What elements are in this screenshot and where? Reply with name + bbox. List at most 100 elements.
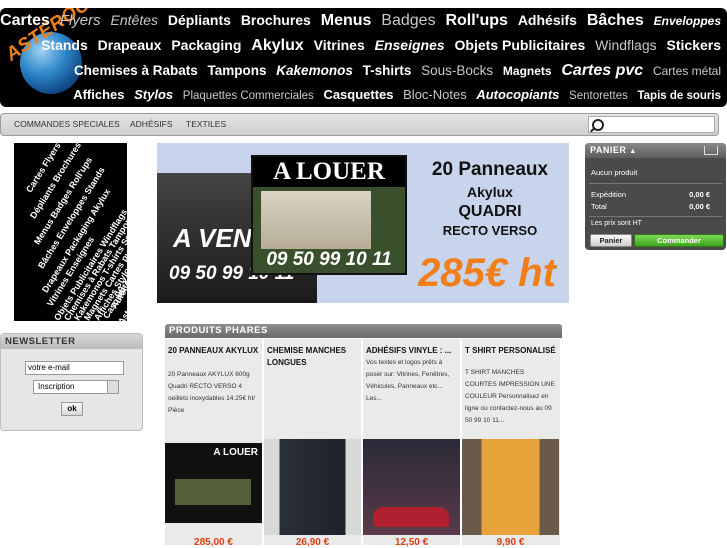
featured-products-title: PRODUITS PHARES xyxy=(165,324,562,338)
product-image[interactable] xyxy=(264,439,361,535)
header-link-stickers[interactable]: Stickers xyxy=(667,37,721,53)
product-thumb-sofa xyxy=(373,507,449,527)
caret-up-icon[interactable]: ▲ xyxy=(629,148,636,155)
header-link-menus[interactable]: Menus xyxy=(321,12,372,29)
banner-sign-photo: A LOUER 09 50 99 10 11 xyxy=(251,155,407,275)
header-link-cartes[interactable]: Cartes xyxy=(0,12,50,29)
header-link-rollups[interactable]: Roll'ups xyxy=(445,12,507,29)
banner-title: 20 Panneaux xyxy=(431,159,549,180)
header-line-4: Affiches Stylos Plaquettes Commerciales … xyxy=(67,87,721,102)
header-link-chemises[interactable]: Chemises à Rabats xyxy=(74,63,198,78)
newsletter-email-field[interactable]: votre e-mail xyxy=(25,361,124,375)
cart-title-label: PANIER xyxy=(590,145,627,155)
header-link-magnets[interactable]: Magnets xyxy=(503,64,552,78)
banner-phone: 09 50 99 10 11 xyxy=(266,249,392,270)
header-link-badges[interactable]: Badges xyxy=(381,12,435,29)
product-name[interactable]: T SHIRT PERSONALISÉ xyxy=(465,345,557,357)
product-price: 285,00 € xyxy=(194,537,233,548)
header-link-windflags[interactable]: Windflags xyxy=(595,37,656,53)
newsletter-box: NEWSLETTER votre e-mail Inscription ok xyxy=(0,333,143,431)
nav-adhesifs[interactable]: ADHÉSIFS xyxy=(130,119,173,129)
main-nav: COMMANDES SPECIALES ADHÉSIFS TEXTILES xyxy=(0,113,719,136)
product-price: 12,50 € xyxy=(394,537,429,548)
product-description: T SHIRT MANCHES COURTES IMPRESSION UNE C… xyxy=(465,369,555,424)
cart-shipping-value: 0,00 € xyxy=(689,190,710,199)
header-link-tampons[interactable]: Tampons xyxy=(208,63,267,78)
header-link-drapeaux[interactable]: Drapeaux xyxy=(98,37,162,53)
product-card[interactable]: 20 PANNEAUX AKYLUX 20 Panneaux AKYLUX 60… xyxy=(165,339,264,548)
banner-recto-verso: RECTO VERSO xyxy=(442,223,538,238)
cart-total-value: 0,00 € xyxy=(689,202,710,211)
header-link-akylux[interactable]: Akylux xyxy=(251,37,303,54)
header-link-casquettes[interactable]: Casquettes xyxy=(323,87,393,102)
header-link-autocopiants[interactable]: Autocopiants xyxy=(476,87,559,102)
cart-shipping-label: Expédition xyxy=(591,190,627,199)
product-image[interactable] xyxy=(462,439,559,535)
header-link-sousbocks[interactable]: Sous-Bocks xyxy=(421,63,493,78)
header-link-depliants[interactable]: Dépliants xyxy=(168,12,231,28)
product-card[interactable]: T SHIRT PERSONALISÉ T SHIRT MANCHES COUR… xyxy=(462,339,562,548)
header-link-cartespvc[interactable]: Cartes pvc xyxy=(561,62,643,79)
header-link-kakemonos[interactable]: Kakemonos xyxy=(276,63,353,78)
header-link-enseignes[interactable]: Enseignes xyxy=(375,37,445,53)
newsletter-action-select[interactable]: Inscription xyxy=(33,380,119,394)
nav-textiles[interactable]: TEXTILES xyxy=(186,119,226,129)
header-link-adhesifs[interactable]: Adhésifs xyxy=(518,12,577,28)
header-link-stylos[interactable]: Stylos xyxy=(134,87,173,102)
cart-empty-text: Aucun produit xyxy=(591,168,638,177)
header-link-affiches[interactable]: Affiches xyxy=(73,87,124,102)
promo-banner[interactable]: A VEN 09 50 99 10 11 A LOUER 09 50 99 10… xyxy=(157,143,569,303)
view-cart-button[interactable]: Panier xyxy=(590,234,632,247)
header-link-baches[interactable]: Bâches xyxy=(587,12,644,29)
header-link-flyers[interactable]: Flyers xyxy=(60,12,101,29)
order-button[interactable]: Commander xyxy=(634,234,724,247)
newsletter-select-value: Inscription xyxy=(38,382,75,391)
header-link-objets[interactable]: Objets Publicitaires xyxy=(455,37,586,53)
newsletter-ok-button[interactable]: ok xyxy=(61,402,83,416)
product-thumb-photo xyxy=(175,479,251,505)
cart-divider xyxy=(589,183,722,184)
product-image[interactable] xyxy=(363,439,460,535)
header-link-cartesmetal[interactable]: Cartes métal xyxy=(653,64,721,78)
product-name[interactable]: CHEMISE MANCHES LONGUES xyxy=(267,345,359,369)
side-advert[interactable]: Cartes Flyers Entêtes Dépliants Brochure… xyxy=(14,143,127,321)
product-price: 26,90 € xyxy=(295,537,330,548)
header-link-enveloppes[interactable]: Enveloppes xyxy=(654,14,721,28)
header-link-blocnotes[interactable]: Bloc-Notes xyxy=(403,87,467,102)
shopping-cart-icon xyxy=(704,146,718,155)
header-link-vitrines[interactable]: Vitrines xyxy=(314,37,365,53)
product-name[interactable]: ADHÉSIFS VINYLE : ... xyxy=(366,345,458,357)
banner-price: 285€ ht xyxy=(418,251,556,295)
header-link-tshirts[interactable]: T-shirts xyxy=(363,63,412,78)
product-card[interactable]: ADHÉSIFS VINYLE : ... Vos textes et logo… xyxy=(363,339,462,548)
header-link-plaquettes[interactable]: Plaquettes Commerciales xyxy=(183,90,314,102)
product-description: 20 Panneaux AKYLUX 600g Quadri RECTO VER… xyxy=(168,371,256,414)
header-link-brochures[interactable]: Brochures xyxy=(241,12,311,28)
header-link-tapis[interactable]: Tapis de souris xyxy=(637,90,721,102)
chevron-down-icon[interactable] xyxy=(107,381,118,393)
search-input[interactable] xyxy=(588,116,715,133)
search-icon[interactable] xyxy=(592,119,604,131)
product-description: Vos textes et logos prêts à poser sur: V… xyxy=(366,359,450,402)
banner-quadri: QUADRI xyxy=(458,203,522,220)
banner-alouer: A LOUER xyxy=(253,157,405,187)
product-name[interactable]: 20 PANNEAUX AKYLUX xyxy=(168,345,260,357)
product-image[interactable]: A LOUER xyxy=(165,443,262,523)
header-line-2: Stands Drapeaux Packaging Akylux Vitrine… xyxy=(35,37,721,55)
product-thumb-text: A LOUER xyxy=(213,447,258,458)
header-link-stands[interactable]: Stands xyxy=(41,37,88,53)
nav-commandes-speciales[interactable]: COMMANDES SPECIALES xyxy=(14,119,120,129)
header-banner: ASTEROCOM Cartes Flyers Entêtes Dépliant… xyxy=(0,8,727,107)
header-link-packaging[interactable]: Packaging xyxy=(171,37,241,53)
featured-products: PRODUITS PHARES 20 PANNEAUX AKYLUX 20 Pa… xyxy=(165,324,562,548)
header-link-entetes[interactable]: Entêtes xyxy=(111,12,158,28)
product-price: 9,90 € xyxy=(496,537,525,548)
cart-price-note: Les prix sont HT xyxy=(591,220,642,227)
header-line-3: Chemises à Rabats Tampons Kakemonos T-sh… xyxy=(68,62,721,80)
header-link-sentorettes[interactable]: Sentorettes xyxy=(569,90,628,102)
cart-divider xyxy=(589,216,722,217)
cart-total-label: Total xyxy=(591,202,607,211)
house-image xyxy=(261,191,371,249)
header-line-1: Cartes Flyers Entêtes Dépliants Brochure… xyxy=(0,12,721,30)
product-card[interactable]: CHEMISE MANCHES LONGUES 26,90 € xyxy=(264,339,363,548)
